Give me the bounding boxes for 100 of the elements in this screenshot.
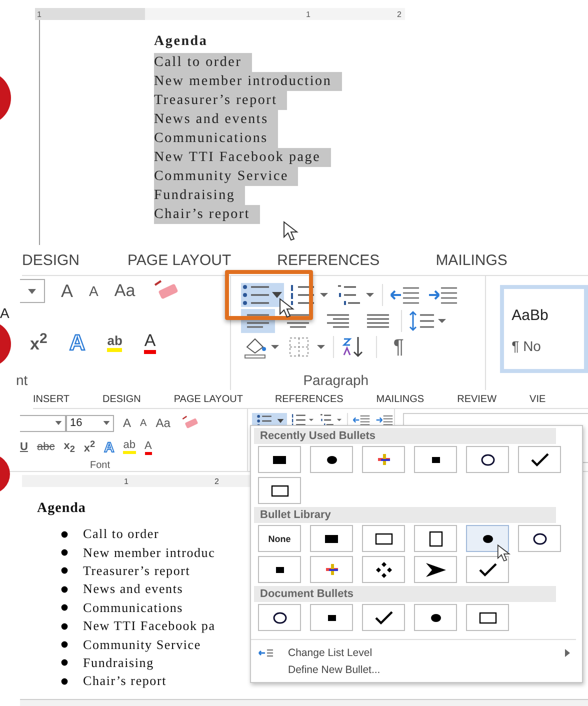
- bullet-option[interactable]: [414, 525, 457, 552]
- change-case-button[interactable]: Aa: [114, 281, 136, 301]
- bullet-option[interactable]: [258, 477, 301, 504]
- highlight-button[interactable]: ab: [123, 440, 136, 454]
- color-button[interactable]: A: [144, 440, 152, 454]
- square-icon: [328, 614, 336, 620]
- line-spacing-icon[interactable]: [408, 309, 448, 333]
- bullet-option[interactable]: [258, 556, 301, 583]
- bullet-icon: [61, 641, 68, 648]
- bullet-option[interactable]: [414, 446, 457, 473]
- bullet-option[interactable]: [310, 525, 353, 552]
- effects-button[interactable]: A: [69, 330, 86, 356]
- ribbon-tab[interactable]: REFERENCES: [277, 252, 380, 268]
- cross-icon: [326, 564, 338, 575]
- bullet-option[interactable]: [414, 604, 457, 631]
- square-icon: [428, 530, 442, 546]
- bullet-option[interactable]: [466, 604, 509, 631]
- underline-button[interactable]: U: [20, 441, 28, 453]
- list-item: News and events: [83, 581, 184, 598]
- show-formatting-button[interactable]: ¶: [383, 336, 404, 358]
- agenda-heading: Agenda: [37, 501, 86, 518]
- group-label: Font: [90, 460, 110, 471]
- step-marker: [0, 454, 12, 494]
- menu-item[interactable]: Change List Level: [288, 646, 372, 658]
- subscript-button[interactable]: x$_{2}$: [64, 440, 75, 454]
- section-header: Document Bullets: [254, 586, 556, 602]
- color-button[interactable]: A: [144, 332, 156, 354]
- menu-item[interactable]: Define New Bullet...: [288, 664, 380, 676]
- highlight-button[interactable]: ab: [107, 334, 122, 352]
- ribbon-tab[interactable]: DESIGN: [22, 252, 80, 268]
- ribbon-tab[interactable]: MAILINGS: [436, 252, 508, 268]
- arrowhead-icon: [426, 562, 446, 576]
- strike-button[interactable]: abc: [36, 441, 55, 453]
- bullet-option[interactable]: None: [258, 525, 301, 552]
- bullet-option[interactable]: [258, 446, 301, 473]
- pointer-icon: [279, 298, 296, 318]
- font-name-field[interactable]: [20, 414, 66, 432]
- font-size-field[interactable]: 16: [66, 414, 114, 432]
- submenu-arrow-icon: [565, 648, 570, 656]
- bullet-icon: [61, 604, 68, 612]
- style-name: ¶ No: [512, 338, 542, 354]
- caret-icon[interactable]: [28, 288, 36, 294]
- ribbon-tab[interactable]: DESIGN: [102, 394, 141, 404]
- caret-icon: [272, 292, 282, 298]
- ruler-number: 1: [124, 476, 128, 486]
- bullet-option[interactable]: [466, 556, 509, 583]
- increase-indent-icon[interactable]: [375, 413, 394, 427]
- ribbon-tab[interactable]: REVIEW: [457, 394, 497, 404]
- list-item: Communications: [83, 600, 184, 616]
- bullet-option[interactable]: [414, 556, 457, 583]
- list-item: New TTI Facebook pa: [83, 618, 216, 634]
- section-header: Recently Used Bullets: [254, 428, 556, 444]
- ribbon-tab[interactable]: VIE: [530, 394, 546, 404]
- numbering-icon[interactable]: [290, 283, 330, 307]
- group-label: nt: [16, 372, 28, 388]
- shrink-font-button[interactable]: A: [89, 283, 98, 299]
- square-icon: [325, 534, 338, 542]
- multilevel-list-icon[interactable]: [336, 283, 376, 307]
- bullet-option[interactable]: [258, 604, 301, 631]
- font-size-field[interactable]: [20, 279, 45, 303]
- superscript-button[interactable]: x$^{2}$: [30, 331, 48, 355]
- bullet-option[interactable]: [466, 446, 509, 473]
- ribbon-tab[interactable]: MAILINGS: [376, 394, 424, 404]
- grow-font-button[interactable]: A: [123, 416, 132, 430]
- superscript-button[interactable]: x$^{2}$: [84, 439, 96, 455]
- ribbon-tab[interactable]: INSERT: [33, 394, 70, 404]
- bullet-option[interactable]: [362, 604, 405, 631]
- shrink-font-button[interactable]: A: [140, 418, 147, 428]
- bullet-option[interactable]: [518, 446, 561, 473]
- decrease-indent-icon[interactable]: [352, 413, 372, 427]
- numbering-icon[interactable]: [291, 413, 316, 427]
- checkmark-icon: [374, 610, 392, 624]
- bullet-icon: [61, 530, 68, 538]
- bullet-option[interactable]: [466, 525, 509, 552]
- effects-button[interactable]: A: [104, 439, 114, 455]
- bullets-button[interactable]: [241, 283, 284, 307]
- ribbon-tab[interactable]: PAGE LAYOUT: [128, 252, 232, 268]
- ruler-number: 2: [214, 476, 219, 486]
- bullet-option[interactable]: [362, 525, 405, 552]
- circle-icon: [272, 612, 286, 624]
- list-level-icon: [258, 648, 274, 658]
- section-header: Bullet Library: [254, 507, 556, 523]
- bullet-icon: [61, 659, 68, 666]
- bullet-option[interactable]: [518, 525, 561, 552]
- rectangle-icon: [374, 532, 392, 544]
- ribbon-tab[interactable]: PAGE LAYOUT: [174, 394, 243, 404]
- style-preview[interactable]: AaBb ¶ No: [500, 285, 588, 373]
- ribbon-tab[interactable]: REFERENCES: [274, 394, 344, 404]
- square-icon: [276, 566, 284, 572]
- grow-font-button[interactable]: A: [61, 280, 74, 302]
- bullet-icon: [61, 586, 68, 593]
- bullet-option[interactable]: [362, 556, 405, 583]
- bullet-option[interactable]: [310, 604, 353, 631]
- diamonds-icon: [376, 562, 392, 578]
- multilevel-list-icon[interactable]: [319, 413, 344, 427]
- agenda-heading: Agenda: [154, 34, 209, 51]
- change-case-button[interactable]: Aa: [156, 416, 170, 430]
- style-sample: AaBb: [512, 307, 550, 324]
- list-item: Chair’s report: [83, 673, 167, 690]
- bullet-option[interactable]: [310, 446, 353, 473]
